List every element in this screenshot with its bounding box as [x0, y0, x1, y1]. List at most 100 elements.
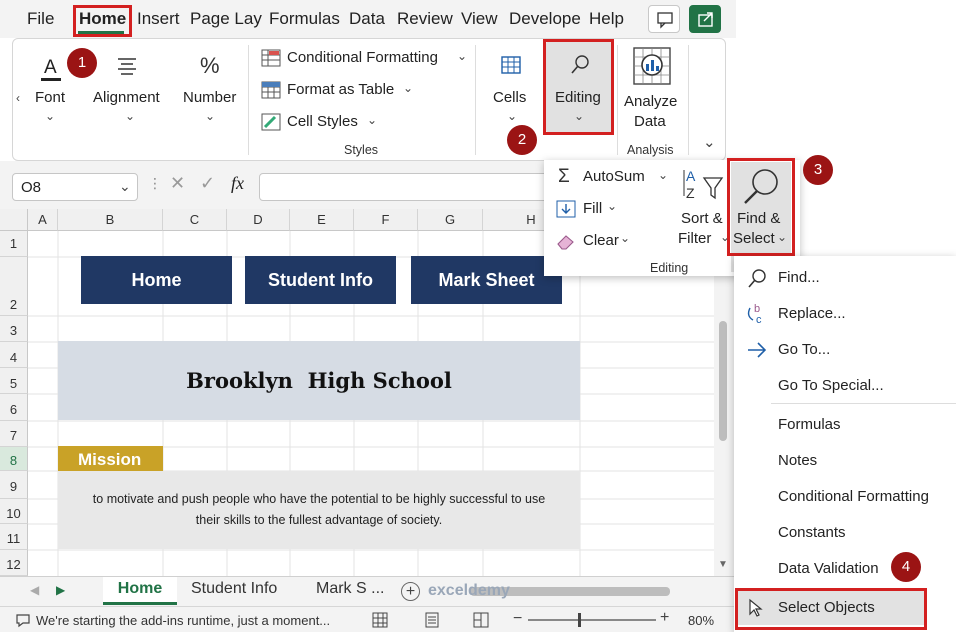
- row-header[interactable]: 4: [0, 342, 28, 368]
- tab-page-layout[interactable]: Page Layo: [190, 9, 262, 29]
- sheet-tab-bar: ◀ ▶ Home Student Info Mark S ... + excel…: [0, 576, 736, 606]
- sheet-tab-mark-sheet[interactable]: Mark S ...: [316, 580, 384, 598]
- menu-item-go-to[interactable]: Go To...: [734, 336, 956, 364]
- row-header[interactable]: 1: [0, 231, 28, 257]
- column-header[interactable]: E: [290, 209, 354, 231]
- chevron-down-icon: ⌄: [125, 109, 136, 123]
- autosum-button[interactable]: Σ AutoSum ⌄: [556, 166, 680, 190]
- status-bar: We're starting the add-ins runtime, just…: [0, 606, 736, 632]
- scrollbar-thumb[interactable]: [719, 321, 727, 441]
- share-button[interactable]: [689, 5, 721, 33]
- tab-help[interactable]: Help: [589, 9, 624, 29]
- analyze-data-button[interactable]: Analyze Data: [621, 43, 683, 135]
- next-sheet-icon[interactable]: ▶: [56, 583, 65, 597]
- page-break-view-icon[interactable]: [472, 611, 490, 629]
- ribbon-collapse-icon[interactable]: ⌄: [703, 133, 716, 151]
- sheet-tab-student-info[interactable]: Student Info: [191, 580, 277, 598]
- menu-item-replace[interactable]: bc Replace...: [734, 300, 956, 328]
- home-nav-button[interactable]: Home: [81, 256, 232, 304]
- data-label: Data: [634, 113, 666, 130]
- row-header[interactable]: 7: [0, 421, 28, 447]
- tab-view[interactable]: View: [461, 9, 498, 29]
- conditional-formatting-button[interactable]: Conditional Formatting ⌄: [261, 47, 471, 71]
- tab-file[interactable]: File: [27, 9, 54, 29]
- column-header[interactable]: B: [58, 209, 163, 231]
- zoom-slider-thumb[interactable]: [578, 613, 581, 627]
- insert-function-icon[interactable]: fx: [231, 173, 244, 194]
- clear-button[interactable]: Clear ⌄: [556, 230, 636, 254]
- zoom-level[interactable]: 80%: [688, 613, 714, 628]
- menu-item-data-validation[interactable]: Data Validation: [734, 555, 956, 583]
- column-header[interactable]: C: [163, 209, 227, 231]
- select-objects-highlight: [735, 588, 927, 630]
- fill-label: Fill: [583, 200, 603, 217]
- zoom-in-icon[interactable]: +: [660, 609, 669, 627]
- menu-item-constants[interactable]: Constants: [734, 519, 956, 547]
- chevron-down-icon: ⌄: [119, 178, 131, 194]
- cancel-icon[interactable]: ✕: [170, 173, 185, 194]
- ribbon: ‹ A Font ⌄ Alignment ⌄ % Number ⌄ Condit…: [12, 38, 726, 161]
- enter-check-icon[interactable]: ✓: [200, 173, 215, 194]
- select-all-corner[interactable]: [0, 209, 28, 231]
- tab-data[interactable]: Data: [349, 9, 385, 29]
- mission-text-line: their skills to the fullest advantage of…: [195, 513, 443, 527]
- svg-text:A: A: [686, 168, 696, 184]
- menu-item-go-to-special[interactable]: Go To Special...: [734, 372, 956, 400]
- column-header[interactable]: A: [28, 209, 58, 231]
- row-header[interactable]: 6: [0, 394, 28, 421]
- alignment-group-button[interactable]: Alignment ⌄: [93, 51, 169, 141]
- column-header[interactable]: F: [354, 209, 418, 231]
- arrow-right-icon: [748, 342, 767, 358]
- page-layout-view-icon[interactable]: [423, 611, 441, 629]
- row-header[interactable]: 5: [0, 368, 28, 394]
- fill-down-icon: [556, 200, 576, 218]
- format-as-table-button[interactable]: Format as Table ⌄: [261, 79, 421, 103]
- scroll-down-icon[interactable]: ▼: [718, 559, 728, 570]
- conditional-formatting-label: Conditional Formatting: [287, 49, 438, 66]
- zoom-out-icon[interactable]: −: [513, 610, 522, 628]
- row-header[interactable]: 3: [0, 316, 28, 342]
- row-header[interactable]: 11: [0, 524, 28, 550]
- analyze-label: Analyze: [624, 93, 678, 110]
- tab-developer[interactable]: Develope: [509, 9, 581, 29]
- sort-filter-button[interactable]: AZ Sort & Filter ⌄: [676, 166, 732, 258]
- mark-sheet-nav-button[interactable]: Mark Sheet: [411, 256, 562, 304]
- font-label: Font: [35, 89, 66, 106]
- zoom-slider[interactable]: [528, 619, 656, 621]
- group-separator: [475, 45, 476, 155]
- row-header[interactable]: 2: [0, 257, 28, 316]
- column-header[interactable]: G: [418, 209, 483, 231]
- number-label: Number: [183, 89, 237, 106]
- cells-label: Cells: [493, 89, 527, 106]
- add-sheet-icon[interactable]: +: [401, 582, 420, 601]
- normal-view-icon[interactable]: [371, 611, 389, 629]
- row-header[interactable]: 9: [0, 471, 28, 499]
- ribbon-scroll-left[interactable]: ‹: [16, 91, 20, 105]
- menu-item-formulas[interactable]: Formulas: [734, 411, 956, 439]
- student-info-nav-button[interactable]: Student Info: [245, 256, 396, 304]
- prev-sheet-icon[interactable]: ◀: [30, 583, 39, 597]
- group-separator: [248, 45, 249, 155]
- tab-formulas[interactable]: Formulas: [269, 9, 340, 29]
- name-box-value: O8: [21, 179, 42, 196]
- menu-item-notes[interactable]: Notes: [734, 447, 956, 475]
- comment-icon: [657, 12, 673, 29]
- sheet-tab-home[interactable]: Home: [103, 577, 177, 605]
- row-header[interactable]: 10: [0, 499, 28, 524]
- fill-button[interactable]: Fill ⌄: [556, 198, 626, 222]
- cell-styles-button[interactable]: Cell Styles ⌄: [261, 111, 391, 135]
- vertical-scrollbar[interactable]: ▼: [714, 231, 736, 576]
- tab-insert[interactable]: Insert: [137, 9, 180, 29]
- column-header[interactable]: D: [227, 209, 290, 231]
- menu-item-find[interactable]: Find...: [734, 264, 956, 292]
- formula-input[interactable]: [259, 173, 549, 201]
- comments-button[interactable]: [648, 5, 680, 33]
- chevron-down-icon: ⌄: [507, 109, 518, 123]
- row-header[interactable]: 12: [0, 550, 28, 576]
- tab-review[interactable]: Review: [397, 9, 453, 29]
- name-box[interactable]: O8 ⌄: [12, 173, 138, 201]
- menu-item-conditional-formatting[interactable]: Conditional Formatting: [734, 483, 956, 511]
- number-group-button[interactable]: % Number ⌄: [181, 51, 243, 141]
- menu-item-label: Conditional Formatting: [778, 488, 929, 505]
- row-header-selected[interactable]: 8: [0, 447, 28, 471]
